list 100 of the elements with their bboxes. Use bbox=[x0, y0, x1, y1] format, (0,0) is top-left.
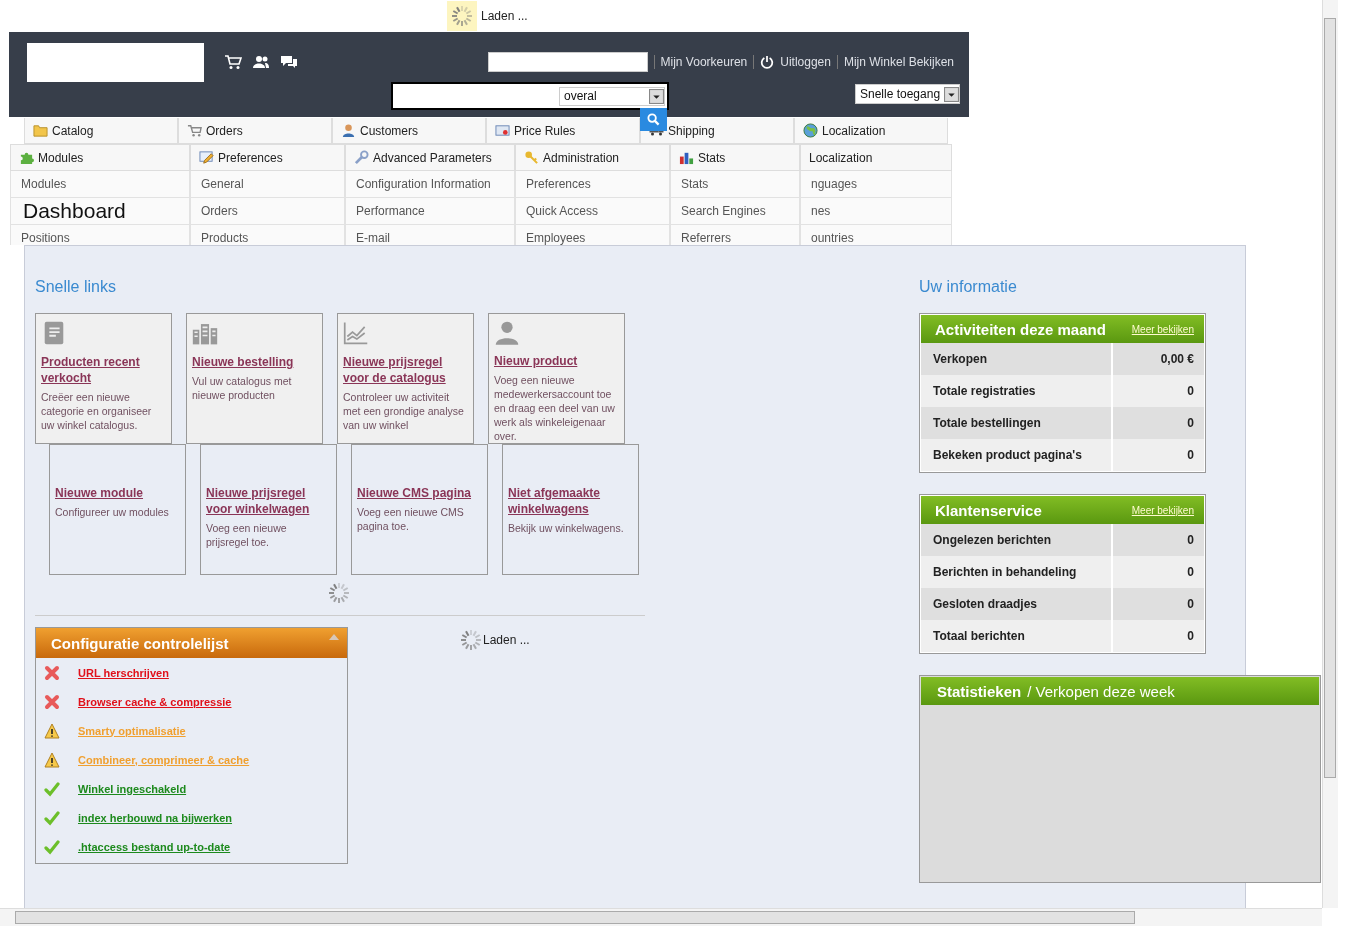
quick-link-title[interactable]: Nieuwe prijsregel voor winkelwagen bbox=[206, 485, 331, 517]
section-heading: Snelle links bbox=[35, 278, 117, 296]
spinner-icon bbox=[459, 628, 483, 652]
line-chart-icon bbox=[343, 320, 369, 346]
bar-chart-icon bbox=[679, 150, 694, 165]
search-scope-select[interactable]: overal bbox=[559, 86, 665, 106]
quick-link-title[interactable]: Nieuwe prijsregel voor de catalogus bbox=[343, 354, 468, 386]
submenu-item[interactable]: Employees bbox=[515, 225, 670, 245]
search-field[interactable] bbox=[487, 52, 648, 72]
power-icon[interactable] bbox=[760, 55, 775, 69]
quick-link-card[interactable]: Nieuw product Voeg een nieuwe medewerkersaccount toe en draag een deel van uw werk als winkeleigenaar over. bbox=[488, 313, 625, 444]
checklist-link[interactable]: Browser cache & compressie bbox=[78, 695, 232, 708]
loading-text: Laden ... bbox=[481, 9, 528, 23]
view-shop-link[interactable]: Mijn Winkel Bekijken bbox=[843, 55, 954, 69]
quick-link-description: Voeg een nieuwe prijsregel toe. bbox=[206, 521, 288, 549]
panel-title: Activiteiten deze maand bbox=[935, 320, 1106, 338]
quick-link-description: Bekijk uw winkelwagens. bbox=[508, 521, 625, 535]
stat-label: Bekeken product pagina's bbox=[921, 439, 1111, 471]
stat-value: 0 bbox=[1113, 524, 1204, 556]
stat-label: Ongelezen berichten bbox=[921, 524, 1111, 556]
submenu-item[interactable]: General bbox=[190, 171, 345, 198]
submenu-item[interactable]: nes bbox=[800, 198, 952, 225]
menu-tab[interactable]: Customers bbox=[332, 118, 486, 144]
menu-tab[interactable]: Stats bbox=[670, 144, 800, 171]
spinner-icon bbox=[327, 581, 351, 605]
checklist-link[interactable]: index herbouwd na bijwerken bbox=[78, 811, 233, 824]
quick-link-title[interactable]: Nieuw product bbox=[494, 353, 619, 369]
quick-link-title[interactable]: Nieuwe module bbox=[55, 485, 180, 501]
stat-value: 0 bbox=[1113, 556, 1204, 588]
submenu-item[interactable]: Products bbox=[190, 225, 345, 245]
stat-label: Totale bestellingen bbox=[921, 407, 1111, 439]
quick-link-card[interactable]: Nieuwe prijsregel voor winkelwagen Voeg een nieuwe prijsregel toe. bbox=[200, 444, 337, 575]
search-box[interactable]: overal bbox=[391, 82, 669, 110]
search-icon bbox=[647, 113, 660, 126]
submenu-item[interactable]: Referrers bbox=[670, 225, 800, 245]
loading-text: Laden ... bbox=[483, 633, 530, 647]
dropdown-caret-icon bbox=[944, 86, 960, 102]
quick-link-card[interactable]: Niet afgemaakte winkelwagens Bekijk uw winkelwagens. bbox=[502, 444, 639, 575]
submenu-item[interactable]: nguages bbox=[800, 171, 952, 198]
quick-link-title[interactable]: Producten recent verkocht bbox=[41, 354, 166, 386]
stat-label: Totale registraties bbox=[921, 375, 1111, 407]
submenu-item[interactable]: Modules bbox=[10, 171, 190, 198]
stat-label: Berichten in behandeling bbox=[921, 556, 1111, 588]
menu-tab[interactable]: Catalog bbox=[24, 118, 178, 144]
checklist-link[interactable]: URL herschrijven bbox=[78, 666, 169, 679]
checklist-link[interactable]: Winkel ingeschakeld bbox=[78, 782, 187, 795]
chat-icon[interactable] bbox=[280, 54, 298, 70]
menu-tab[interactable]: Orders bbox=[178, 118, 332, 144]
menu-tab[interactable]: Modules bbox=[10, 144, 190, 171]
panel-title: Statistieken bbox=[937, 682, 1022, 700]
page-title: Dashboard bbox=[23, 199, 126, 223]
submenu-item[interactable]: Performance bbox=[345, 198, 515, 225]
spinner-icon bbox=[450, 4, 474, 28]
submenu-item[interactable]: Configuration Information bbox=[345, 171, 515, 198]
quick-link-title[interactable]: Nieuwe CMS pagina bbox=[357, 485, 482, 501]
quick-link-card[interactable]: Nieuwe bestelling Vul uw catalogus met nieuwe producten bbox=[186, 313, 323, 444]
submenu-item[interactable]: Stats bbox=[670, 171, 800, 198]
quick-link-title[interactable]: Nieuwe bestelling bbox=[192, 354, 317, 370]
menu-tab[interactable]: Price Rules bbox=[486, 118, 640, 144]
person-silhouette-icon bbox=[494, 320, 520, 345]
section-heading: Uw informatie bbox=[919, 278, 1018, 296]
panel-title: Klantenservice bbox=[935, 501, 1042, 519]
checklist-link[interactable]: .htaccess bestand up-to-date bbox=[78, 840, 231, 853]
submenu-item[interactable]: Quick Access bbox=[515, 198, 670, 225]
submenu-item[interactable]: Preferences bbox=[515, 171, 670, 198]
stat-value: 0 bbox=[1113, 407, 1204, 439]
quick-link-card[interactable]: Nieuwe prijsregel voor de catalogus Controleer uw activiteit met een grondige analyse van uw winkel bbox=[337, 313, 474, 444]
quick-link-title[interactable]: Niet afgemaakte winkelwagens bbox=[508, 485, 633, 517]
submenu-item[interactable]: Positions bbox=[10, 225, 190, 245]
menu-tab[interactable]: Preferences bbox=[190, 144, 345, 171]
submenu-item[interactable]: Orders bbox=[190, 198, 345, 225]
quick-link-card[interactable]: Producten recent verkocht Creëer een nieuwe categorie en organiseer uw winkel catalogus. bbox=[35, 313, 172, 444]
horizontal-scrollbar[interactable] bbox=[0, 908, 1322, 926]
menu-tab[interactable]: Advanced Parameters bbox=[345, 144, 515, 171]
stat-label: Gesloten draadjes bbox=[921, 588, 1111, 620]
stat-label: Verkopen bbox=[921, 343, 1111, 375]
submenu-item[interactable]: E-mail bbox=[345, 225, 515, 245]
menu-tab[interactable]: Administration bbox=[515, 144, 670, 171]
logout-link[interactable]: Uitloggen bbox=[780, 55, 831, 69]
preferences-link[interactable]: Mijn Voorkeuren bbox=[660, 55, 748, 69]
quick-link-description: Vul uw catalogus met nieuwe producten bbox=[192, 374, 293, 402]
submenu-item[interactable]: Search Engines bbox=[670, 198, 800, 225]
wrench-icon bbox=[354, 150, 369, 165]
menu-tab[interactable]: Localization bbox=[794, 118, 948, 144]
cart-icon[interactable] bbox=[224, 54, 242, 70]
vertical-scrollbar[interactable] bbox=[1322, 0, 1338, 908]
quick-link-description: Configureer uw modules bbox=[55, 505, 170, 519]
submenu-item[interactable]: ountries bbox=[800, 225, 952, 245]
menu-tab[interactable]: Shipping bbox=[640, 118, 794, 144]
search-button[interactable] bbox=[640, 108, 667, 131]
stat-value: 0 bbox=[1113, 620, 1204, 652]
quick-access-select[interactable]: Snelle toegang bbox=[855, 84, 961, 104]
dropdown-caret-icon bbox=[649, 88, 664, 104]
quick-link-description: Creëer een nieuwe categorie en organiseer uw winkel catalogus. bbox=[41, 390, 153, 432]
quick-link-card[interactable]: Nieuwe module Configureer uw modules bbox=[49, 444, 186, 575]
menu-tab[interactable]: Localization bbox=[800, 144, 952, 171]
users-icon[interactable] bbox=[252, 54, 270, 70]
stat-value: 0 bbox=[1113, 439, 1204, 471]
quick-link-card[interactable]: Nieuwe CMS pagina Voeg een nieuwe CMS pagina toe. bbox=[351, 444, 488, 575]
checklist-title: Configuratie controlelijst bbox=[51, 634, 229, 652]
